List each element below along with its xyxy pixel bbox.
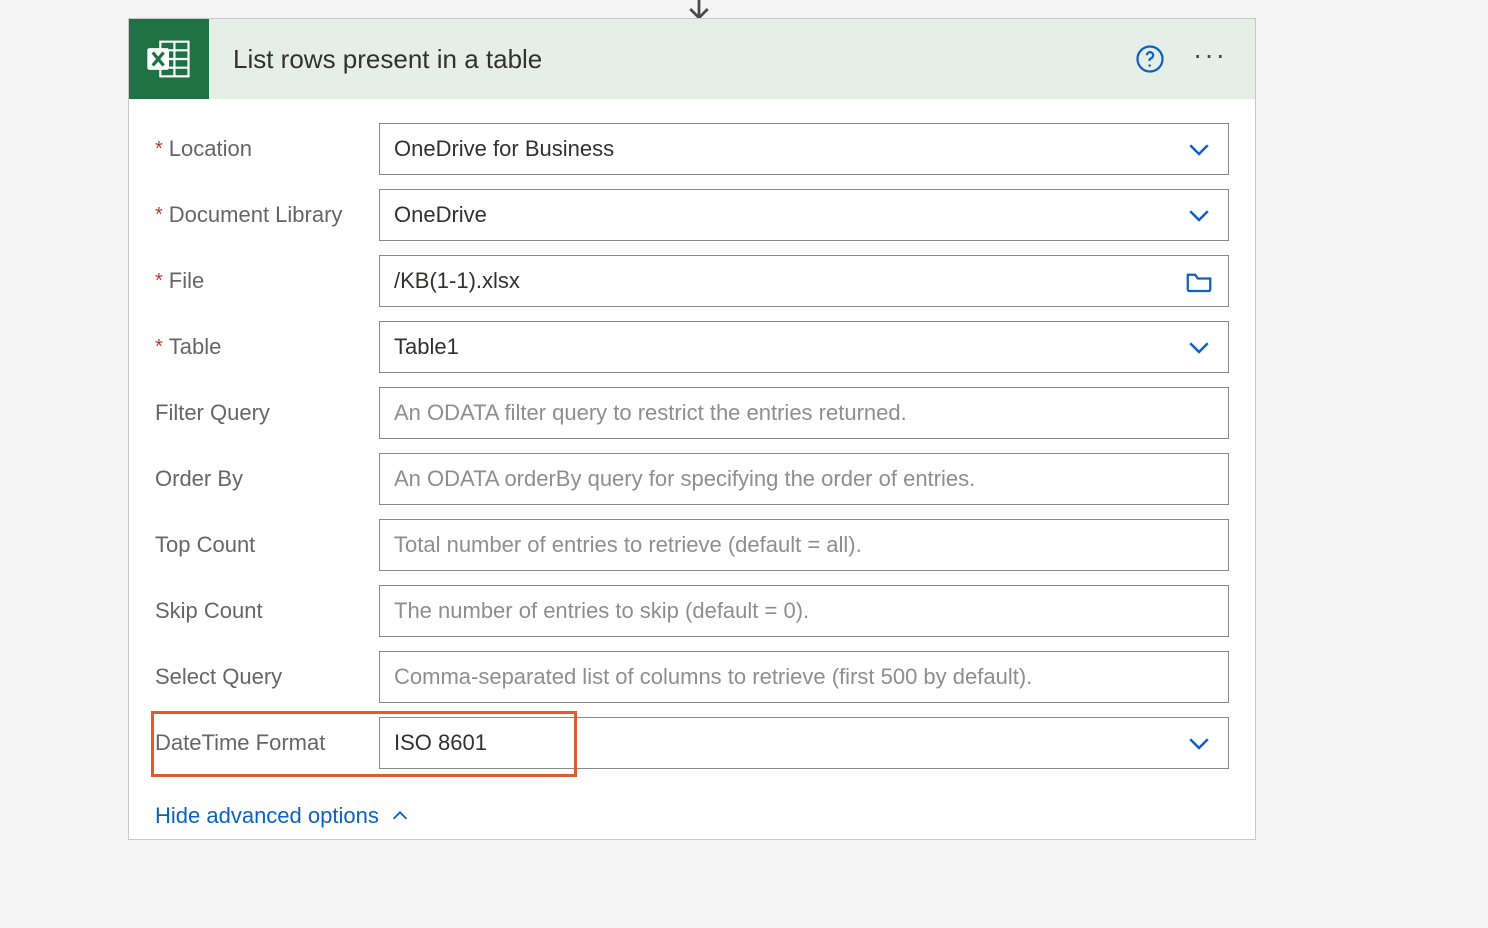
- dropdown-value: OneDrive for Business: [394, 136, 1184, 162]
- file-value: /KB(1-1).xlsx: [394, 268, 1184, 294]
- field-row-skip: Skip Count The number of entries to skip…: [155, 585, 1229, 637]
- label-text: Select Query: [155, 664, 282, 690]
- field-label: * Table: [155, 334, 379, 360]
- top-count-input[interactable]: Total number of entries to retrieve (def…: [379, 519, 1229, 571]
- orderby-input[interactable]: An ODATA orderBy query for specifying th…: [379, 453, 1229, 505]
- label-text: Skip Count: [155, 598, 263, 624]
- required-mark: *: [155, 138, 163, 161]
- placeholder-text: An ODATA orderBy query for specifying th…: [394, 466, 1214, 492]
- required-mark: *: [155, 336, 163, 359]
- label-text: DateTime Format: [155, 730, 325, 756]
- placeholder-text: An ODATA filter query to restrict the en…: [394, 400, 1214, 426]
- datetime-format-dropdown[interactable]: ISO 8601: [379, 717, 1229, 769]
- dropdown-value: OneDrive: [394, 202, 1184, 228]
- card-body: * Location OneDrive for Business * Docum…: [129, 99, 1255, 839]
- chevron-up-icon: [389, 805, 411, 827]
- location-dropdown[interactable]: OneDrive for Business: [379, 123, 1229, 175]
- field-label: Filter Query: [155, 400, 379, 426]
- select-query-input[interactable]: Comma-separated list of columns to retri…: [379, 651, 1229, 703]
- label-text: Table: [169, 334, 222, 360]
- required-mark: *: [155, 204, 163, 227]
- field-row-select: Select Query Comma-separated list of col…: [155, 651, 1229, 703]
- field-label: * File: [155, 268, 379, 294]
- header-actions: ···: [1135, 41, 1255, 77]
- canvas: List rows present in a table ··· * Locat…: [0, 0, 1488, 928]
- field-label: Skip Count: [155, 598, 379, 624]
- chevron-down-icon: [1184, 200, 1214, 230]
- file-picker[interactable]: /KB(1-1).xlsx: [379, 255, 1229, 307]
- field-row-orderby: Order By An ODATA orderBy query for spec…: [155, 453, 1229, 505]
- more-menu-icon[interactable]: ···: [1193, 41, 1227, 77]
- field-label: DateTime Format: [155, 730, 379, 756]
- field-label: Select Query: [155, 664, 379, 690]
- doclib-dropdown[interactable]: OneDrive: [379, 189, 1229, 241]
- field-label: * Location: [155, 136, 379, 162]
- placeholder-text: Total number of entries to retrieve (def…: [394, 532, 1214, 558]
- advanced-options-toggle[interactable]: Hide advanced options: [155, 803, 411, 829]
- chevron-down-icon: [1184, 134, 1214, 164]
- filter-query-input[interactable]: An ODATA filter query to restrict the en…: [379, 387, 1229, 439]
- required-mark: *: [155, 270, 163, 293]
- field-row-doclib: * Document Library OneDrive: [155, 189, 1229, 241]
- card-header[interactable]: List rows present in a table ···: [129, 19, 1255, 99]
- label-text: File: [169, 268, 204, 294]
- field-label: * Document Library: [155, 202, 379, 228]
- skip-count-input[interactable]: The number of entries to skip (default =…: [379, 585, 1229, 637]
- field-row-table: * Table Table1: [155, 321, 1229, 373]
- field-row-datetime-format: DateTime Format ISO 8601: [155, 717, 1229, 769]
- field-row-top: Top Count Total number of entries to ret…: [155, 519, 1229, 571]
- label-text: Top Count: [155, 532, 255, 558]
- placeholder-text: Comma-separated list of columns to retri…: [394, 664, 1214, 690]
- label-text: Filter Query: [155, 400, 270, 426]
- advanced-toggle-label: Hide advanced options: [155, 803, 379, 829]
- field-label: Top Count: [155, 532, 379, 558]
- chevron-down-icon: [1184, 728, 1214, 758]
- action-card: List rows present in a table ··· * Locat…: [128, 18, 1256, 840]
- folder-icon[interactable]: [1184, 266, 1214, 296]
- table-dropdown[interactable]: Table1: [379, 321, 1229, 373]
- excel-icon: [129, 19, 209, 99]
- help-icon[interactable]: [1135, 44, 1165, 74]
- label-text: Location: [169, 136, 252, 162]
- dropdown-value: Table1: [394, 334, 1184, 360]
- label-text: Document Library: [169, 202, 343, 228]
- card-title: List rows present in a table: [209, 44, 1135, 75]
- field-row-filter: Filter Query An ODATA filter query to re…: [155, 387, 1229, 439]
- field-row-file: * File /KB(1-1).xlsx: [155, 255, 1229, 307]
- field-row-location: * Location OneDrive for Business: [155, 123, 1229, 175]
- field-label: Order By: [155, 466, 379, 492]
- dropdown-value: ISO 8601: [394, 730, 1184, 756]
- chevron-down-icon: [1184, 332, 1214, 362]
- label-text: Order By: [155, 466, 243, 492]
- placeholder-text: The number of entries to skip (default =…: [394, 598, 1214, 624]
